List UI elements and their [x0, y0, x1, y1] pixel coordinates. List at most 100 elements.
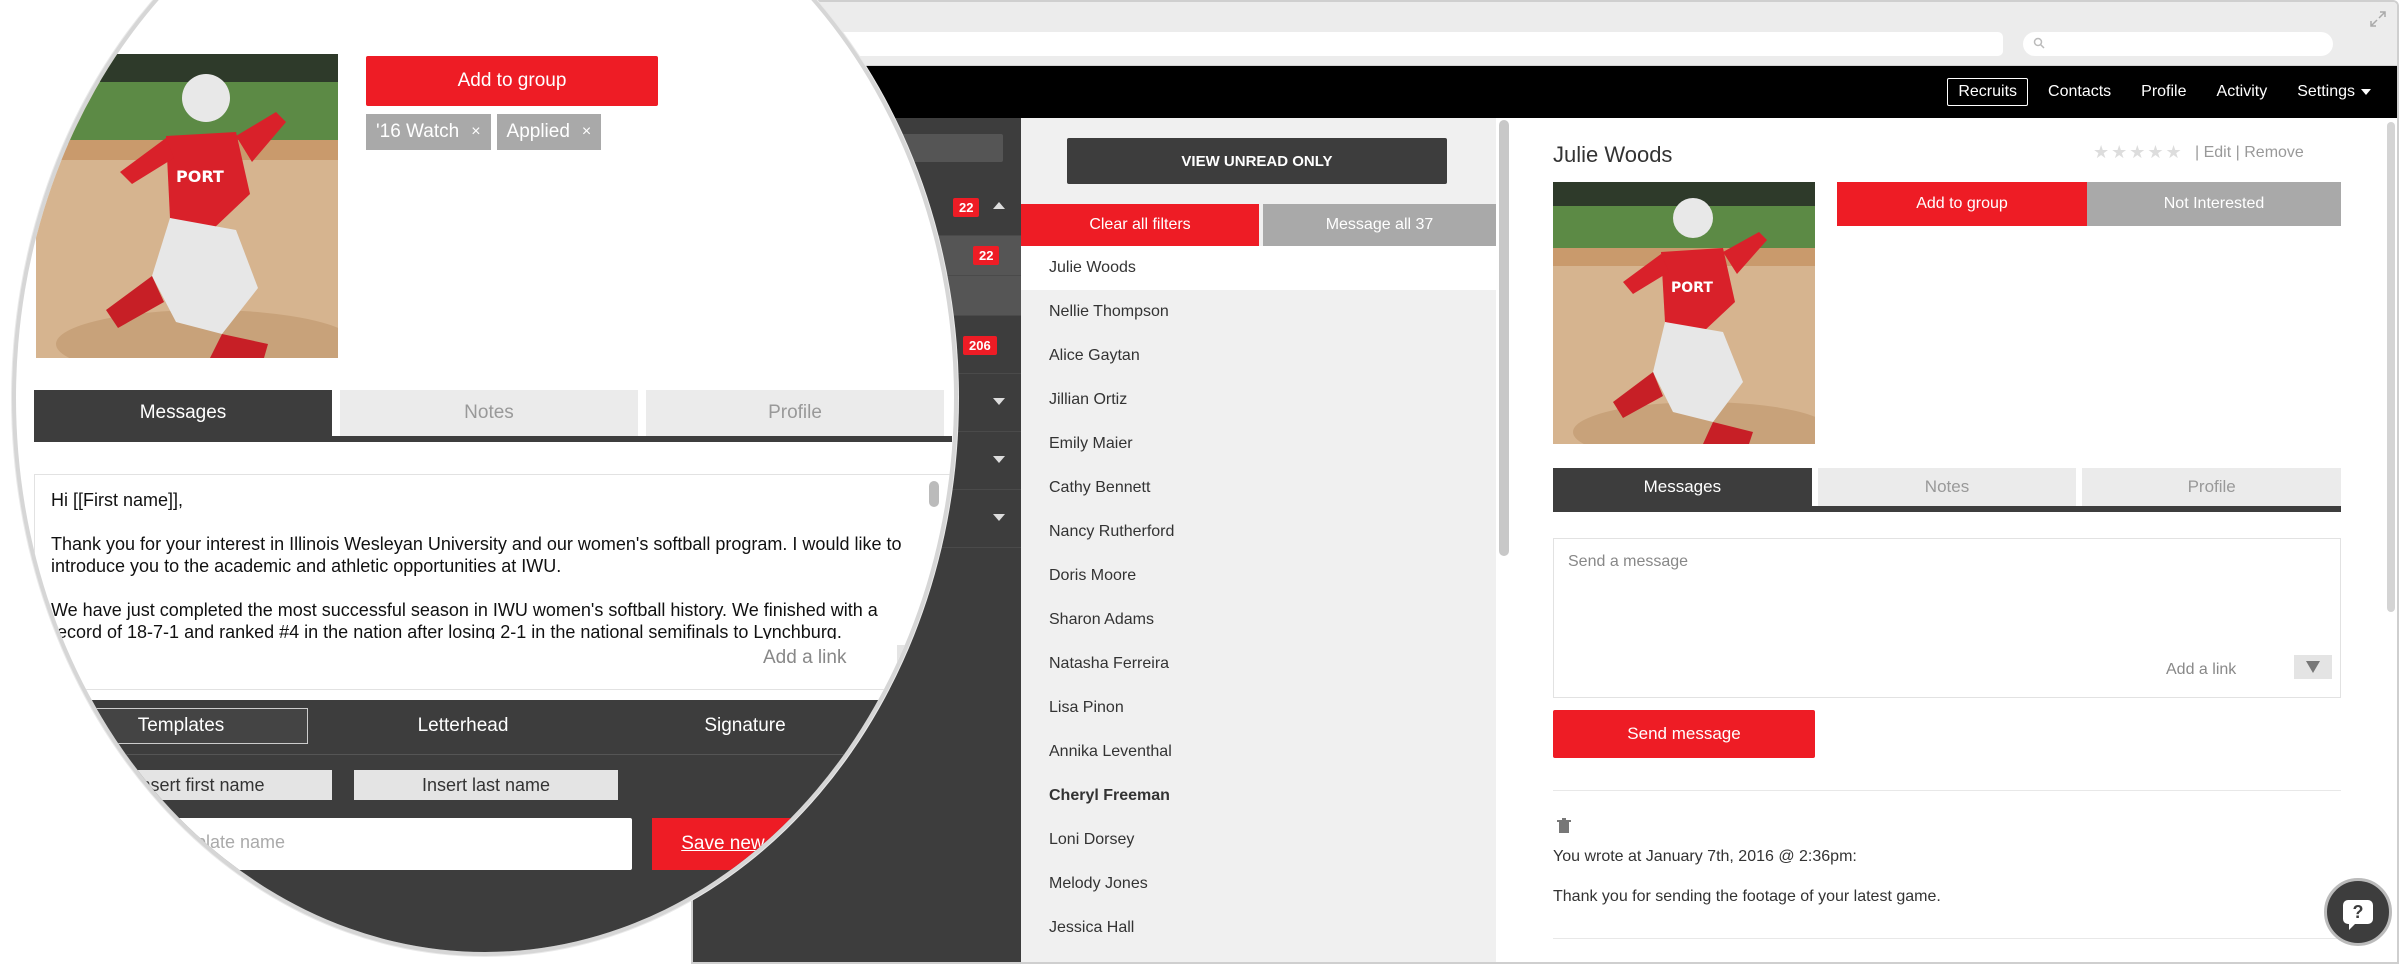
- list-item[interactable]: Natasha Ferreira: [1021, 642, 1496, 686]
- tab-profile[interactable]: Profile: [646, 390, 944, 436]
- list-item[interactable]: Melody Jones: [1021, 862, 1496, 906]
- magnifier-content: PORT Add to group '16 Watch × Applied × Me…: [16, 4, 952, 952]
- message-history-body: Thank you for sending the footage of you…: [1553, 888, 1941, 905]
- tab-notes[interactable]: Notes: [340, 390, 638, 436]
- svg-text:PORT: PORT: [1671, 280, 1713, 296]
- template-name-input[interactable]: Template name: [62, 818, 632, 870]
- help-chat-icon: ?: [2343, 900, 2373, 930]
- add-to-group-button[interactable]: Add to group: [1837, 182, 2087, 226]
- chevron-down-icon[interactable]: [993, 398, 1005, 405]
- chevron-down-icon[interactable]: [993, 514, 1005, 521]
- divider: [1553, 938, 2341, 939]
- add-link-dropdown[interactable]: [897, 645, 941, 673]
- tab-notes[interactable]: Notes: [1817, 468, 2077, 506]
- detail-tabs: Messages Notes Profile: [1553, 468, 2342, 512]
- list-item[interactable]: Doris Moore: [1021, 554, 1496, 598]
- chevron-down-icon: [2361, 88, 2371, 95]
- list-scrollbar[interactable]: [1499, 120, 1509, 556]
- message-editor[interactable]: Hi [[First name]], Thank you for your in…: [34, 474, 952, 690]
- tab-profile[interactable]: Profile: [2082, 468, 2342, 506]
- star-rating[interactable]: ★★★★★: [2093, 142, 2184, 163]
- list-item[interactable]: Sharon Adams: [1021, 598, 1496, 642]
- message-all-button[interactable]: Message all 37: [1263, 204, 1496, 246]
- tab-letterhead[interactable]: Letterhead: [336, 708, 590, 744]
- recruit-detail-pane: Julie Woods ★★★★★ | Edit | Remove PORT A…: [1513, 118, 2397, 962]
- editor-scrollbar[interactable]: [929, 481, 939, 507]
- tab-messages[interactable]: Messages: [1553, 468, 1812, 506]
- editor-paragraph: Thank you for your interest in Illinois …: [51, 534, 902, 576]
- divider: [34, 754, 952, 755]
- message-history-header: You wrote at January 7th, 2016 @ 2:36pm:: [1553, 848, 1857, 865]
- nav-settings-label: Settings: [2297, 83, 2355, 100]
- list-item[interactable]: Nancy Rutherford: [1021, 510, 1496, 554]
- recruit-list-column: VIEW UNREAD ONLY Clear all filters Messa…: [1021, 118, 1496, 962]
- nav-settings[interactable]: Settings: [2287, 79, 2381, 105]
- trash-icon[interactable]: [1557, 818, 1571, 834]
- list-item[interactable]: Julie Woods: [1021, 246, 1496, 290]
- list-item[interactable]: Alice Gaytan: [1021, 334, 1496, 378]
- tag-label: Applied: [506, 121, 570, 142]
- list-item[interactable]: Cheryl Freeman: [1021, 774, 1496, 818]
- edit-remove-links: | Edit | Remove: [2195, 144, 2304, 161]
- recruit-photo: PORT: [1553, 182, 1815, 444]
- view-unread-button[interactable]: VIEW UNREAD ONLY: [1067, 138, 1447, 184]
- recruit-name: Julie Woods: [1553, 142, 1673, 167]
- remove-tag-icon[interactable]: ×: [471, 123, 480, 141]
- message-input[interactable]: Send a message Add a link: [1553, 538, 2341, 698]
- nav-profile[interactable]: Profile: [2131, 79, 2196, 105]
- count-badge: 206: [963, 336, 997, 355]
- chevron-up-icon[interactable]: [993, 202, 1005, 209]
- add-link-label[interactable]: Add a link: [763, 647, 846, 669]
- fullscreen-icon[interactable]: [2369, 10, 2387, 28]
- detail-scrollbar[interactable]: [2387, 122, 2395, 612]
- clear-filters-button[interactable]: Clear all filters: [1021, 204, 1259, 246]
- list-item[interactable]: Emily Maier: [1021, 422, 1496, 466]
- save-template-button[interactable]: Save new template: [652, 818, 872, 870]
- magnifier-callout: PORT Add to group '16 Watch × Applied × Me…: [12, 0, 958, 956]
- insert-first-name-button[interactable]: Insert first name: [68, 770, 332, 800]
- list-item[interactable]: Nellie Thompson: [1021, 290, 1496, 334]
- count-badge: 22: [953, 198, 980, 217]
- template-toolbar: Templates Letterhead Signature Insert fi…: [34, 700, 952, 952]
- message-placeholder: Send a message: [1568, 553, 1689, 570]
- editor-paragraph: We have just completed the most successf…: [51, 600, 878, 639]
- message-editor-text[interactable]: Hi [[First name]], Thank you for your in…: [51, 489, 921, 639]
- divider: [1553, 790, 2341, 791]
- svg-text:PORT: PORT: [176, 167, 224, 186]
- group-tag: '16 Watch ×: [366, 114, 491, 150]
- list-item[interactable]: Lisa Pinon: [1021, 686, 1496, 730]
- list-item[interactable]: Jillian Ortiz: [1021, 378, 1496, 422]
- tab-signature[interactable]: Signature: [618, 708, 872, 744]
- detail-tabs-zoomed: Messages Notes Profile: [34, 390, 952, 442]
- insert-last-name-button[interactable]: Insert last name: [354, 770, 618, 800]
- tab-messages[interactable]: Messages: [34, 390, 332, 436]
- add-link-label[interactable]: Add a link: [2166, 661, 2236, 679]
- recruit-name-list: Julie Woods Nellie Thompson Alice Gaytan…: [1021, 246, 1496, 950]
- toolbar-tabs: Templates Letterhead Signature: [54, 708, 900, 744]
- send-message-button[interactable]: Send message: [1553, 710, 1815, 758]
- group-tags: '16 Watch × Applied ×: [366, 114, 602, 150]
- nav-activity[interactable]: Activity: [2207, 79, 2278, 105]
- remove-link[interactable]: Remove: [2244, 144, 2304, 161]
- search-icon: [2033, 37, 2045, 49]
- edit-link[interactable]: Edit: [2204, 144, 2232, 161]
- list-item[interactable]: Annika Leventhal: [1021, 730, 1496, 774]
- tab-templates[interactable]: Templates: [54, 708, 308, 744]
- nav-recruits[interactable]: Recruits: [1947, 78, 2029, 106]
- not-interested-button[interactable]: Not Interested: [2087, 182, 2341, 226]
- browser-search-field[interactable]: [2023, 32, 2333, 56]
- list-item[interactable]: Jessica Hall: [1021, 906, 1496, 950]
- recruit-photo-zoomed: PORT: [36, 54, 338, 358]
- group-tag: Applied ×: [496, 114, 602, 150]
- help-button[interactable]: ?: [2324, 878, 2392, 946]
- remove-tag-icon[interactable]: ×: [582, 123, 591, 141]
- list-item[interactable]: Cathy Bennett: [1021, 466, 1496, 510]
- add-link-dropdown[interactable]: [2294, 655, 2332, 679]
- count-badge: 22: [973, 246, 1000, 265]
- nav-contacts[interactable]: Contacts: [2038, 79, 2121, 105]
- template-name-placeholder: Template name: [162, 832, 286, 852]
- triangle-down-icon: [2306, 661, 2320, 673]
- add-to-group-button-zoomed[interactable]: Add to group: [366, 56, 658, 106]
- chevron-down-icon[interactable]: [993, 456, 1005, 463]
- list-item[interactable]: Loni Dorsey: [1021, 818, 1496, 862]
